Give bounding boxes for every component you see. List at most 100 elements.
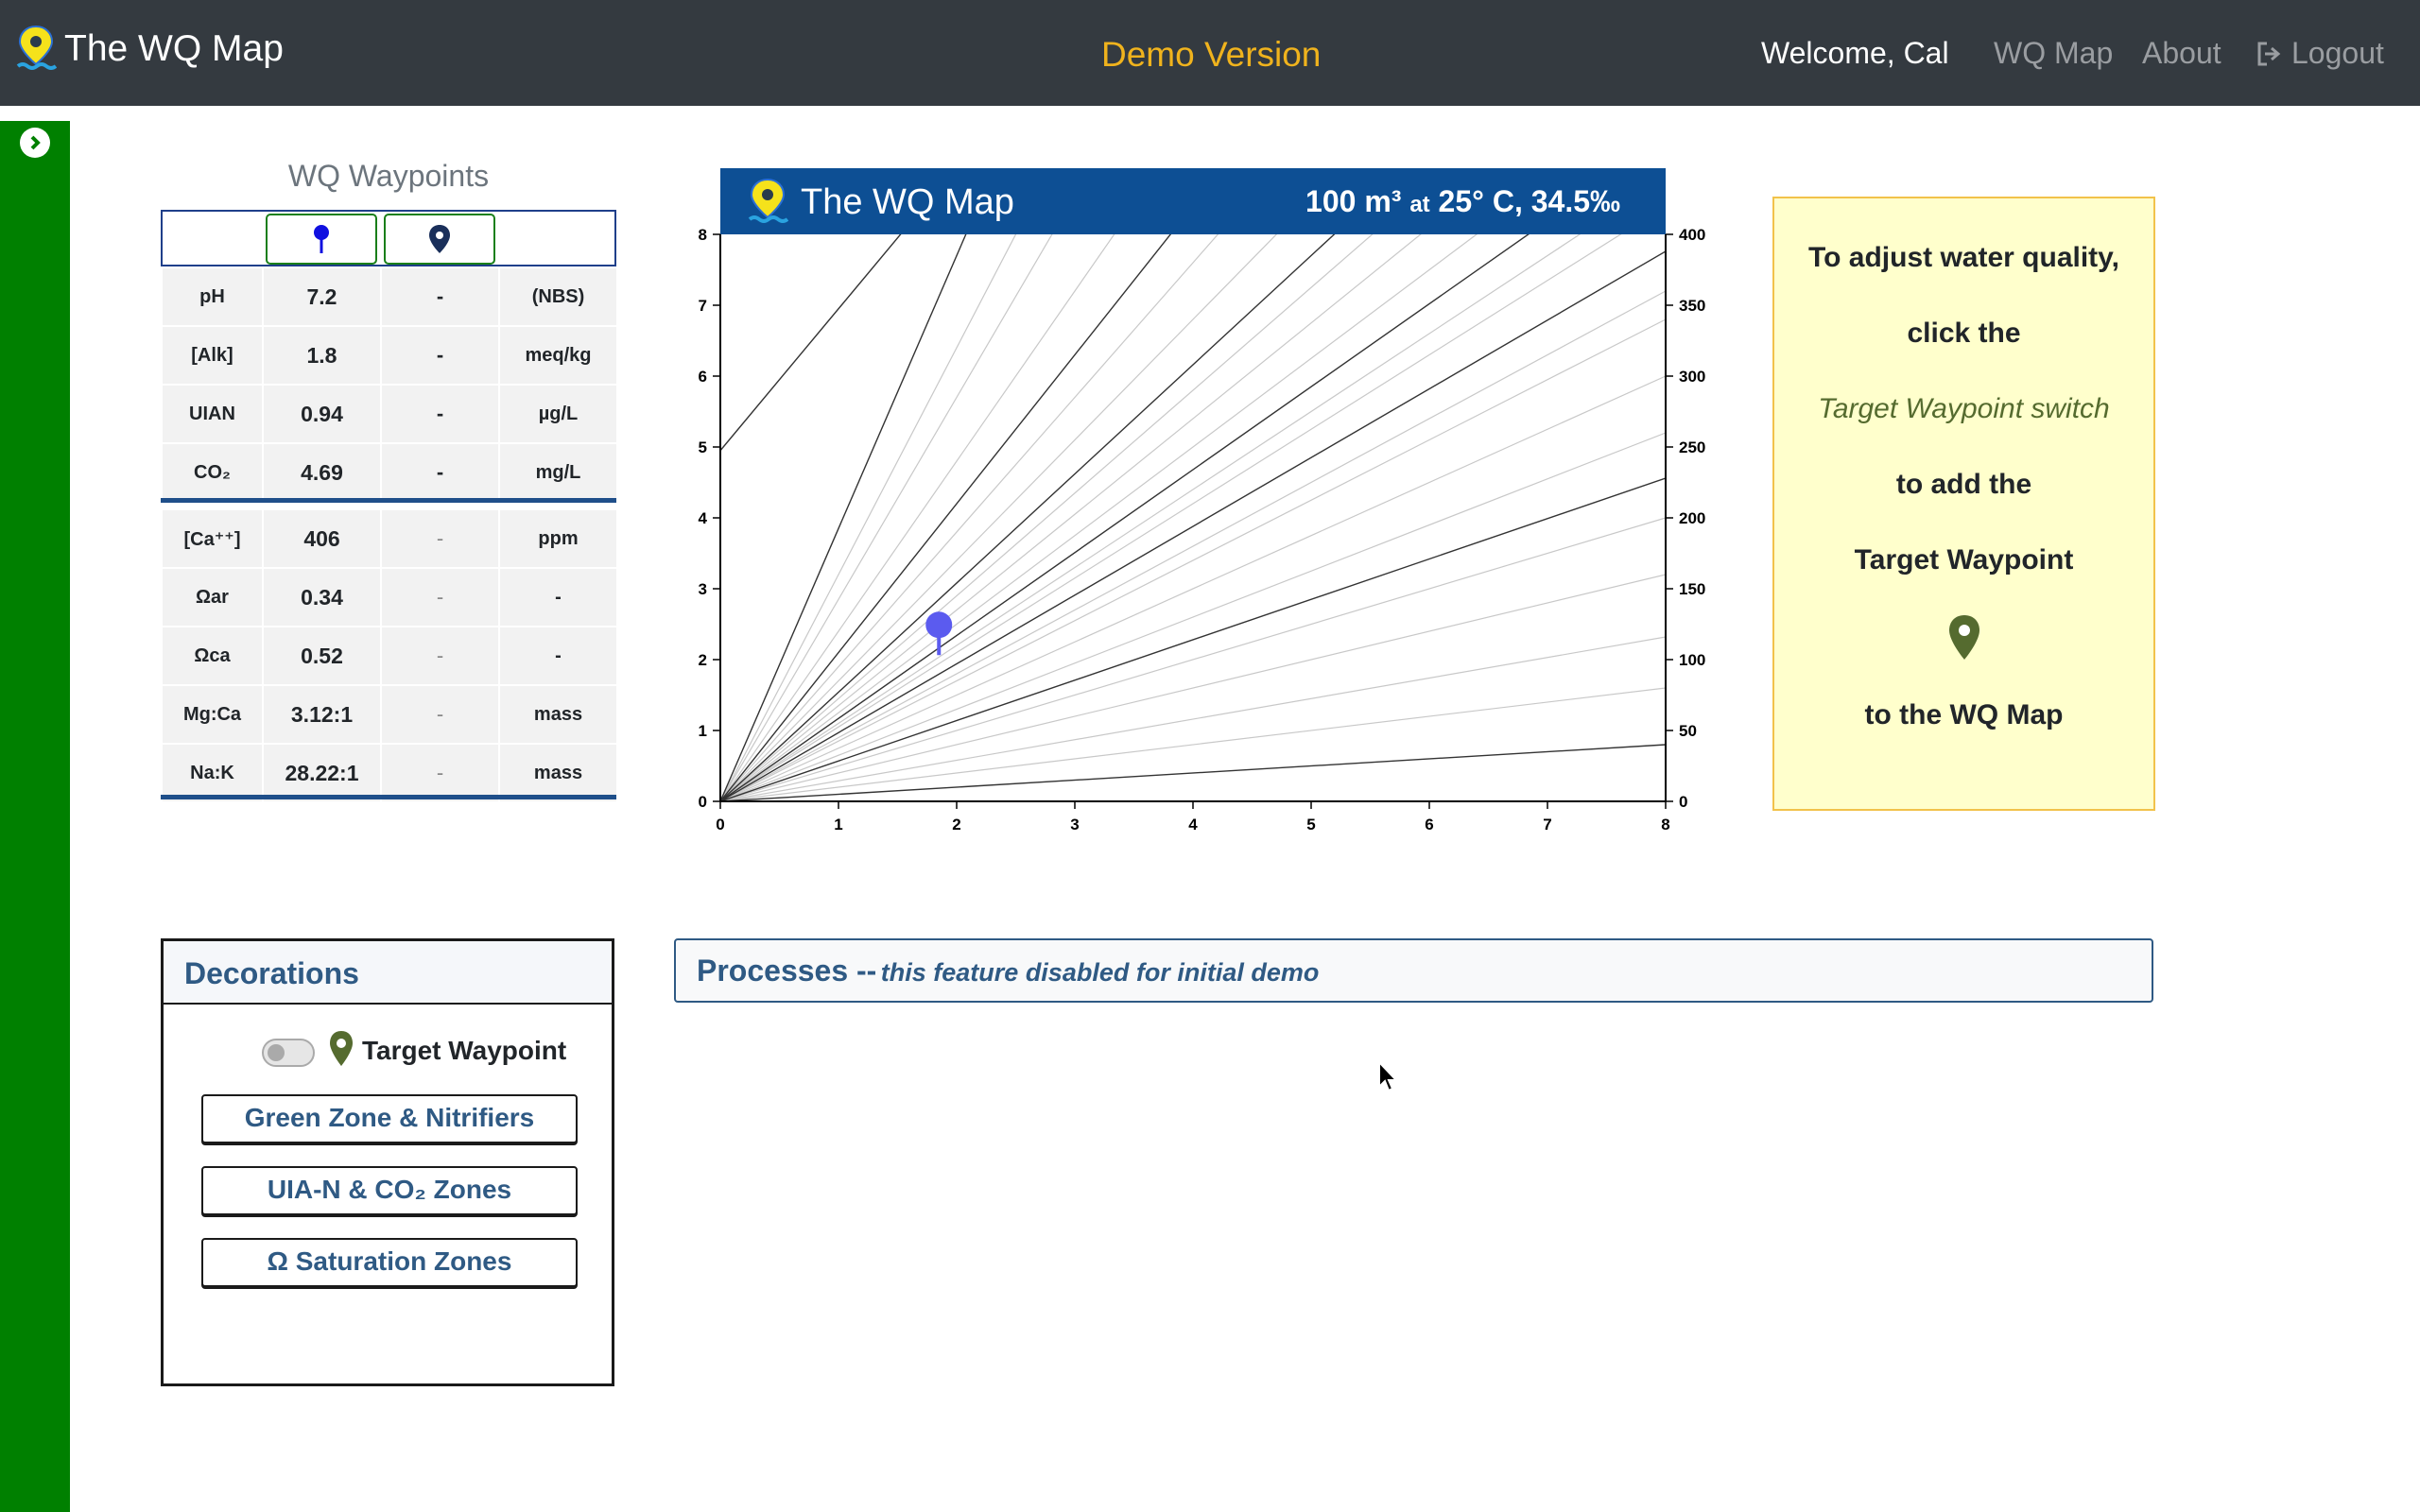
row-unit: mass (498, 684, 618, 745)
table-row: Ωca 0.52 - - (161, 626, 618, 686)
y2-tick-label: 300 (1679, 368, 1705, 386)
table-divider (161, 498, 616, 503)
uian-co2-zones-button[interactable]: UIA-N & CO₂ Zones (201, 1166, 578, 1215)
row-label: UIAN (161, 384, 264, 444)
y2-tick-label: 200 (1679, 509, 1705, 527)
target-waypoint-pin-icon (1949, 615, 1979, 660)
row-target: - (380, 442, 500, 503)
x-tick-label: 7 (1543, 816, 1551, 833)
instruction-line: To adjust water quality, (1808, 242, 2119, 273)
conditions-temp-salinity: 25° C, 34.5‰ (1438, 184, 1620, 218)
toggle-knob (268, 1044, 285, 1061)
row-value: 4.69 (262, 442, 382, 503)
left-sidebar (0, 121, 70, 1512)
conditions-at: at (1409, 192, 1430, 217)
y-tick-label: 8 (699, 227, 707, 244)
table-row: Ωar 0.34 - - (161, 567, 618, 627)
current-waypoint-button[interactable] (266, 214, 377, 265)
instructions-box: To adjust water quality, click the Targe… (1772, 197, 2155, 811)
brand[interactable]: The WQ Map (15, 25, 284, 74)
y2-tick-label: 50 (1679, 722, 1697, 740)
row-unit: (NBS) (498, 266, 618, 327)
row-value: 7.2 (262, 266, 382, 327)
x-tick-label: 4 (1188, 816, 1198, 833)
top-navbar: The WQ Map Demo Version Welcome, Cal WQ … (0, 0, 2420, 106)
waypoints-header (161, 210, 616, 266)
table-row: Na:K 28.22:1 - mass (161, 743, 618, 803)
table-row: Mg:Ca 3.12:1 - mass (161, 684, 618, 745)
y2-tick-label: 400 (1679, 227, 1705, 244)
current-waypoint-pin-icon (314, 225, 329, 253)
wq-map-logo-icon (16, 25, 57, 70)
row-value: 1.8 (262, 325, 382, 386)
y-tick-label: 6 (699, 368, 707, 386)
wq-map-chart[interactable]: 0123456780501001502002503003504000 1 2 3 4 5 6… (681, 227, 1720, 850)
x-tick-label: 0 (716, 816, 724, 833)
instruction-line: click the (1907, 318, 2021, 349)
y-tick-label: 3 (699, 580, 707, 598)
brand-title: The WQ Map (64, 28, 284, 69)
table-bottom-border (161, 795, 616, 799)
y2-tick-label: 150 (1679, 580, 1705, 598)
row-target: - (380, 743, 500, 803)
row-unit: - (498, 626, 618, 686)
row-target: - (380, 384, 500, 444)
y2-tick-label: 350 (1679, 297, 1705, 315)
processes-title: Processes -- (697, 954, 877, 988)
y-tick-label: 0 (699, 793, 707, 811)
row-unit: mass (498, 743, 618, 803)
chart-title: The WQ Map (801, 182, 1014, 222)
chart-header: The WQ Map 100 m³ at 25° C, 34.5‰ (720, 168, 1666, 234)
waypoints-title: WQ Waypoints (287, 159, 490, 193)
nav-link-logout[interactable]: Logout (2256, 36, 2384, 71)
target-waypoint-pin-icon (429, 225, 450, 253)
table-row: pH 7.2 - (NBS) (161, 266, 618, 327)
row-value: 0.34 (262, 567, 382, 627)
row-target: - (380, 508, 500, 569)
chevron-right-icon (30, 135, 41, 150)
chart-conditions: 100 m³ at 25° C, 34.5‰ (1305, 184, 1620, 219)
row-label: Na:K (161, 743, 264, 803)
processes-note: this feature disabled for initial demo (880, 958, 1320, 987)
row-label: [Ca⁺⁺] (161, 508, 264, 569)
nav-link-wq-map[interactable]: WQ Map (1994, 36, 2113, 71)
row-unit: - (498, 567, 618, 627)
logout-icon (2257, 42, 2281, 65)
y-tick-label: 7 (699, 297, 707, 315)
decorations-panel: Decorations Target Waypoint Green Zone &… (161, 938, 614, 1386)
row-value: 0.94 (262, 384, 382, 444)
omega-saturation-zones-button[interactable]: Ω Saturation Zones (201, 1238, 578, 1287)
instruction-emphasis: Target Waypoint switch (1818, 393, 2110, 424)
row-label: Ωca (161, 626, 264, 686)
row-target: - (380, 626, 500, 686)
nav-link-about[interactable]: About (2142, 36, 2221, 71)
row-value: 406 (262, 508, 382, 569)
decorations-title: Decorations (164, 941, 612, 1005)
y-tick-label: 1 (699, 722, 707, 740)
y2-tick-label: 100 (1679, 651, 1705, 669)
wq-map-logo-icon (748, 178, 788, 223)
processes-panel[interactable]: Processes -- this feature disabled for i… (674, 938, 2153, 1003)
mouse-cursor-icon (1378, 1060, 1399, 1092)
row-unit: ppm (498, 508, 618, 569)
demo-version-label: Demo Version (1101, 35, 1322, 74)
target-waypoint-toggle[interactable] (262, 1039, 315, 1067)
row-value: 3.12:1 (262, 684, 382, 745)
row-label: Mg:Ca (161, 684, 264, 745)
sidebar-toggle-button[interactable] (20, 128, 50, 158)
table-row: [Ca⁺⁺] 406 - ppm (161, 508, 618, 569)
target-waypoint-button[interactable] (384, 214, 495, 265)
table-separator-row (162, 502, 617, 509)
row-unit: meq/kg (498, 325, 618, 386)
target-waypoint-pin-icon (330, 1031, 353, 1066)
row-target: - (380, 325, 500, 386)
row-unit: mg/L (498, 442, 618, 503)
waypoints-table: pH 7.2 - (NBS) [Alk] 1.8 - meq/kg UIAN 0… (161, 266, 618, 803)
instruction-line: to the WQ Map (1864, 699, 2064, 730)
conditions-volume: 100 m³ (1305, 184, 1402, 218)
x-tick-label: 8 (1661, 816, 1669, 833)
row-value: 28.22:1 (262, 743, 382, 803)
row-target: - (380, 567, 500, 627)
green-zone-button[interactable]: Green Zone & Nitrifiers (201, 1094, 578, 1143)
welcome-text: Welcome, Cal (1761, 36, 1949, 70)
